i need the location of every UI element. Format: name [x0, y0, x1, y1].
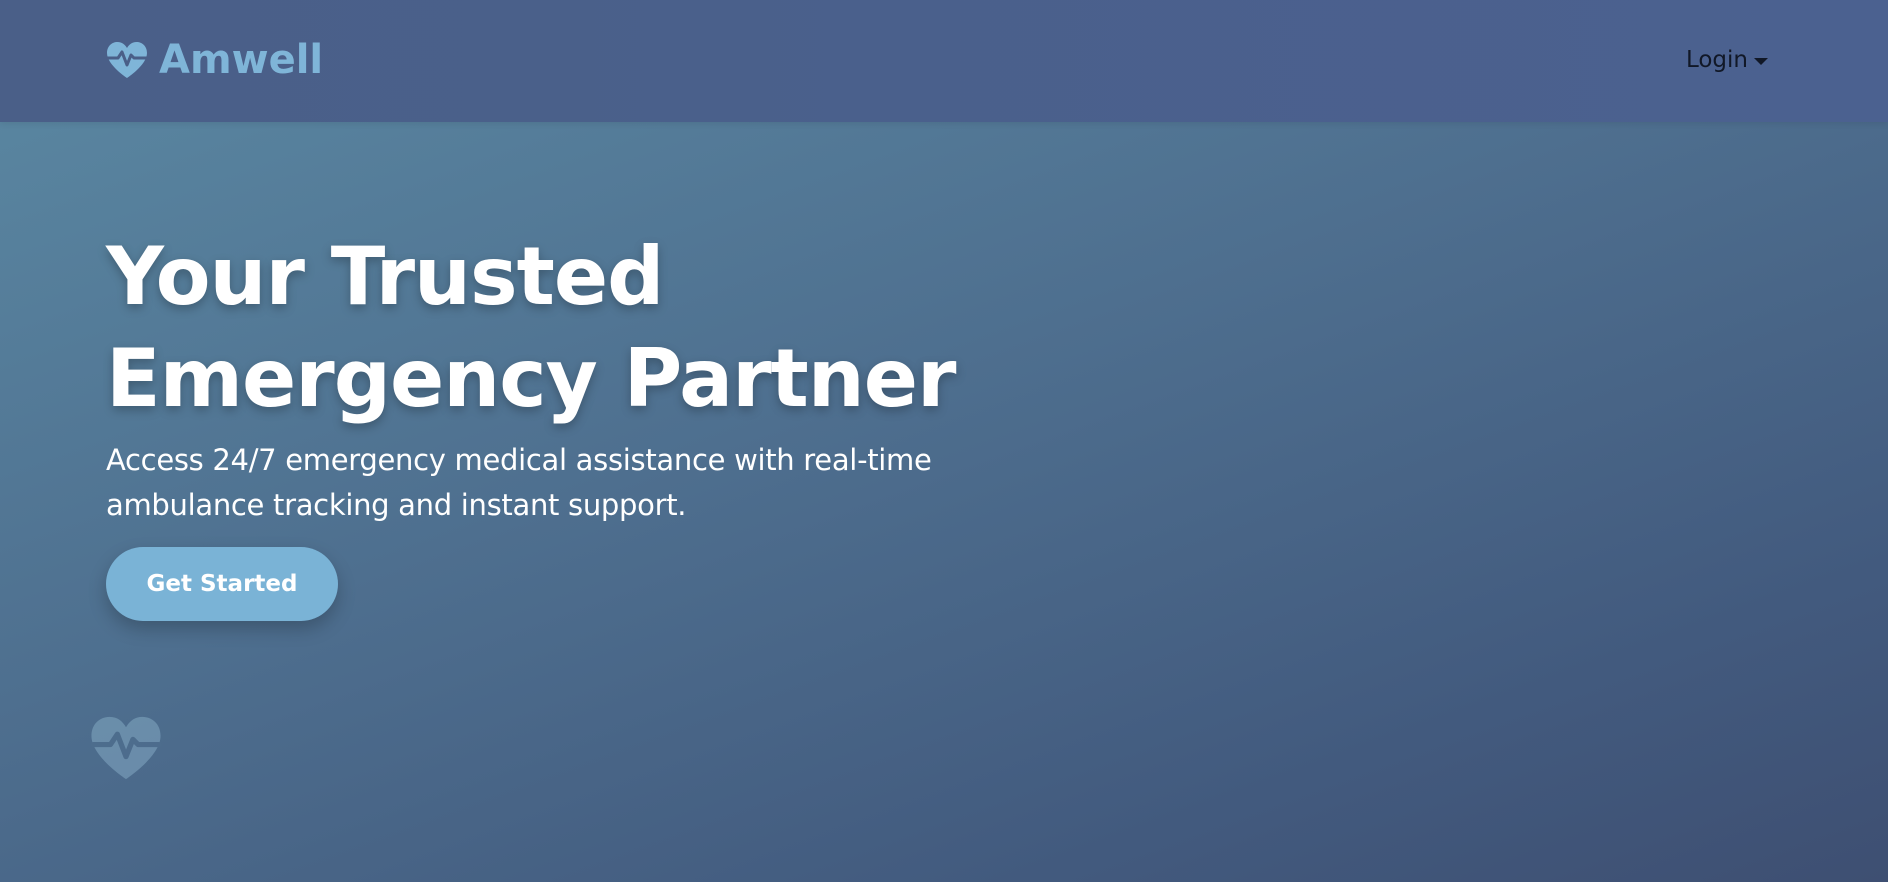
heart-pulse-icon — [88, 715, 164, 785]
hero-title: Your Trusted Emergency Partner — [106, 226, 1006, 430]
get-started-button[interactable]: Get Started — [106, 547, 338, 621]
hero-subtitle: Access 24/7 emergency medical assistance… — [106, 443, 932, 522]
landing-page: Amwell Login Your Trusted Emergency Part… — [0, 0, 1888, 882]
brand-logo[interactable]: Amwell — [105, 36, 323, 84]
hero-title-line2: Emergency Partner — [106, 332, 956, 425]
login-label: Login — [1685, 47, 1748, 73]
caret-down-icon — [1754, 57, 1768, 65]
login-dropdown[interactable]: Login — [1686, 44, 1768, 76]
hero-section: Your Trusted Emergency Partner Access 24… — [106, 226, 1006, 528]
brand-name: Amwell — [159, 37, 324, 83]
navbar: Amwell Login — [0, 0, 1888, 122]
hero-title-line1: Your Trusted — [106, 230, 664, 323]
heart-pulse-icon — [105, 41, 149, 79]
